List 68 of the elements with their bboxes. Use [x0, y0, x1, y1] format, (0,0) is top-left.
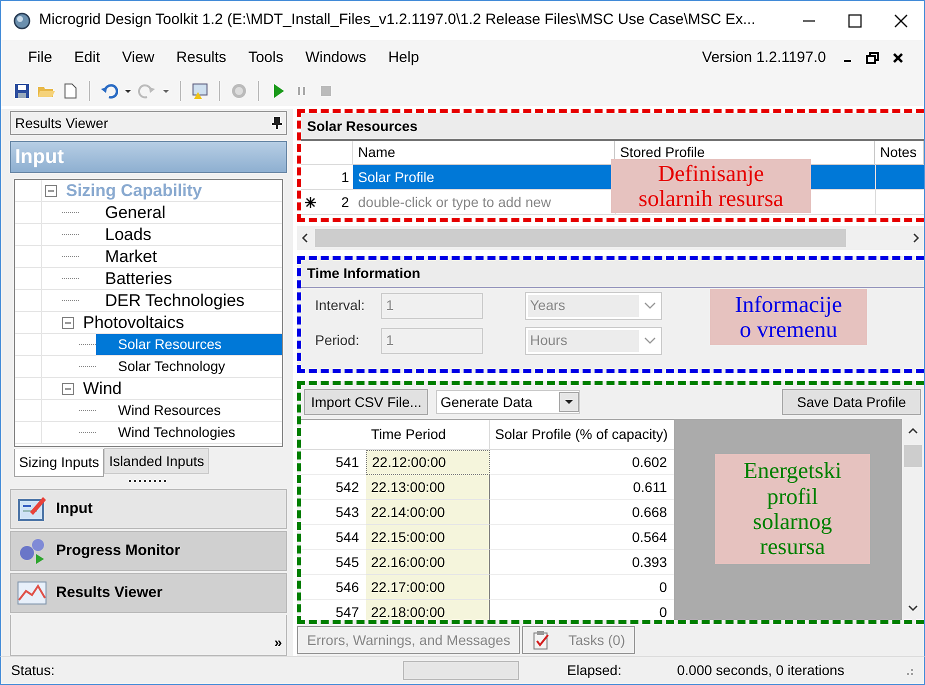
scrollbar[interactable] [297, 226, 924, 250]
table-cell[interactable]: 22.15:00:00 [366, 525, 490, 550]
scroll-down-icon [908, 604, 918, 612]
menu-item[interactable]: View [111, 46, 166, 70]
form-pencil-icon [16, 494, 48, 524]
scroll-up-icon [908, 427, 918, 435]
scroll-thumb[interactable] [904, 445, 922, 467]
row-number: 1 [341, 168, 349, 186]
collapse-icon[interactable] [45, 184, 57, 196]
elapsed-value: 0.000 seconds, 0 iterations [677, 661, 844, 680]
panel-title: Results Viewer [15, 114, 108, 132]
annotation-tooltip: Informacije o vremenu [710, 289, 867, 345]
menu-item[interactable]: Tools [237, 46, 294, 70]
app-icon [13, 12, 31, 30]
menu-item[interactable]: File [17, 46, 64, 70]
clipboard-check-icon [532, 630, 550, 650]
table-cell[interactable]: 22.13:00:00 [366, 475, 490, 500]
row-header[interactable]: 2 [301, 190, 353, 215]
table-cell[interactable]: 22.17:00:00 [366, 575, 490, 600]
dropdown[interactable]: Generate Data [436, 390, 580, 414]
restore-icon[interactable] [866, 52, 880, 64]
tree-item[interactable]: Solar Technology [96, 356, 282, 377]
table-cell[interactable]: 22.14:00:00 [366, 500, 490, 525]
header-corner [301, 141, 353, 165]
section-title: Solar Resources [307, 116, 418, 136]
section-title: Time Information [307, 264, 420, 283]
menu-item[interactable]: Help [377, 46, 430, 70]
collapse-icon[interactable] [62, 316, 74, 328]
table-cell[interactable] [875, 190, 924, 215]
annotation-tooltip: Definisanje solarnih resursa [611, 159, 811, 213]
monitor-warning-icon[interactable] [191, 82, 209, 100]
pin-icon [272, 117, 282, 129]
tab[interactable]: Islanded Inputs [104, 448, 210, 474]
menu-item[interactable]: Results [165, 46, 238, 70]
tree-item[interactable]: Solar Resources [96, 334, 282, 355]
asterisk-icon [305, 196, 316, 208]
tree-item[interactable]: Wind Resources [96, 400, 282, 421]
save-button[interactable]: Save Data Profile [782, 389, 921, 415]
annotation-tooltip: Energetski profil solarnog resursa [715, 454, 870, 564]
table-cell[interactable]: 22.12:00:00 [366, 450, 490, 475]
scroll-right-icon [912, 233, 920, 243]
close-icon[interactable] [892, 52, 904, 64]
version-label: Version 1.2.1197.0 [702, 48, 826, 68]
import-button[interactable]: Import CSV File... [304, 389, 428, 415]
field-label: Period: [315, 331, 360, 350]
table-cell[interactable]: 22.18:00:00 [366, 600, 490, 620]
grip-icon[interactable] [128, 479, 168, 483]
menu-item[interactable]: Windows [294, 46, 378, 70]
save-icon[interactable] [13, 82, 31, 100]
field-label: Interval: [315, 296, 366, 315]
nav-button[interactable]: Progress Monitor [10, 531, 287, 571]
scroll-left-icon [301, 233, 309, 243]
section-title: Input [15, 145, 64, 170]
undo-icon[interactable] [100, 82, 118, 100]
table-cell[interactable] [875, 165, 924, 190]
tree-item[interactable]: Wind Technologies [96, 422, 282, 443]
tab[interactable]: Sizing Inputs [14, 449, 104, 477]
tree-item[interactable]: Wind [79, 376, 126, 402]
nav-button[interactable]: Input [10, 489, 287, 529]
overflow-button[interactable]: » [274, 635, 282, 649]
nav-button[interactable]: Results Viewer [10, 573, 287, 613]
status-label: Status: [11, 661, 56, 680]
collapse-icon[interactable] [62, 382, 74, 394]
menu-item[interactable]: Edit [63, 46, 112, 70]
elapsed-label: Elapsed: [567, 661, 622, 680]
table-cell[interactable]: 22.16:00:00 [366, 550, 490, 575]
row-number: 2 [341, 192, 349, 212]
window-title: Microgrid Design Toolkit 1.2 (E:\MDT_Install_Files_v1.2.1197.0\1.2 Release Files\MSC Use Case\MSC Ex... [39, 10, 756, 30]
